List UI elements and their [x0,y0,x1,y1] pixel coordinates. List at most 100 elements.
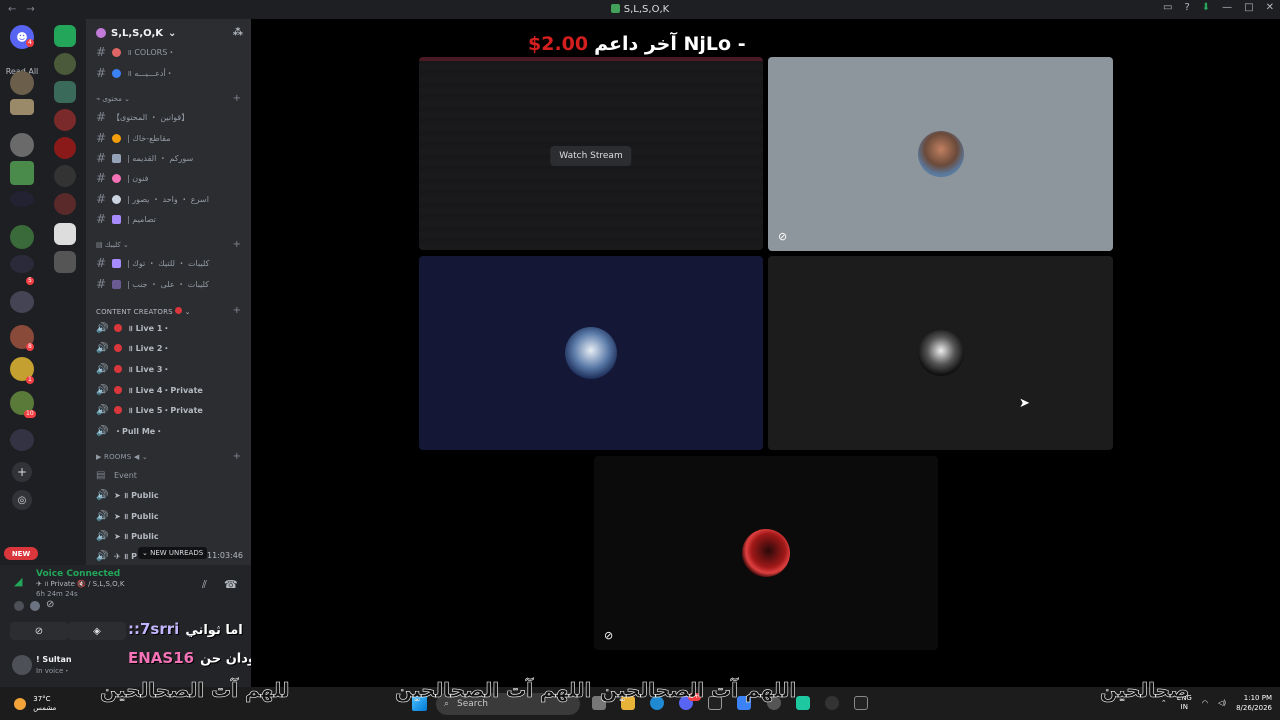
channel-item[interactable]: # | اسرع ・ واحد ・ يصور [96,190,246,208]
camera-off-button[interactable]: ⊘ [10,622,68,640]
hash-icon: # [96,256,107,270]
channel-item[interactable]: # | مقاطع-خاك [96,129,246,147]
voice-channel-live-2[interactable]: 🔊 ॥ Live 2・ [96,339,246,357]
server-icon[interactable] [10,191,34,207]
category-label: محتوى [102,95,122,103]
category-creators[interactable]: CONTENT CREATORS ⌄ [96,307,191,316]
disconnect-icon[interactable]: ☎ [224,578,238,591]
avatar [742,529,790,577]
server-icon[interactable] [54,251,76,273]
user-status: In voice・ [36,667,71,675]
forward-arrow-icon[interactable]: → [26,4,34,15]
server-icon[interactable] [10,71,34,95]
channel-name: ➤ ॥ Public [114,490,159,500]
add-channel-icon[interactable]: + [233,305,241,316]
server-icon[interactable] [54,223,76,245]
download-icon[interactable]: ⬇ [1202,2,1210,13]
participant-tile[interactable] [419,256,763,450]
server-badge: 1 [26,376,34,384]
channel-name: ॥ Live 3・ [128,364,171,374]
emoji-icon [112,214,121,224]
hash-icon: # [96,45,107,59]
channel-name: ➤ ॥ Public [114,531,159,541]
channel-item[interactable]: # ॥ أدعـــيـــه・ [96,64,246,82]
voice-channel-pull-me[interactable]: 🔊 ・Pull Me・ [96,422,246,440]
minimize-icon[interactable]: — [1222,2,1232,13]
folder-icon[interactable] [54,25,76,47]
explore-compass-icon[interactable]: ◎ [12,490,32,510]
channel-item-event[interactable]: ▤ Event [96,466,246,484]
watch-stream-button[interactable]: Watch Stream [550,145,632,166]
subtitle-line: للهم آت الصحالحين [100,678,290,703]
speaker-icon: 🔊 [96,489,109,501]
overlay-nick: ENAS16 [128,648,195,667]
maximize-icon[interactable]: □ [1244,2,1253,13]
category-label: ROOMS [104,453,132,461]
channel-item[interactable]: # | فنون [96,169,246,187]
server-icon[interactable] [54,53,76,75]
stream-tile[interactable]: Watch Stream [419,57,763,250]
server-icon[interactable] [10,225,34,249]
server-icon[interactable] [54,193,76,215]
participant-avatar[interactable] [14,601,24,611]
channel-name: ✈ ॥ P [114,551,137,561]
server-icon[interactable] [10,255,34,273]
help-icon[interactable]: ? [1184,2,1189,13]
participant-avatar[interactable] [30,601,40,611]
channel-name: ॥ Live 1・ [128,323,171,333]
voice-channel-live-4[interactable]: 🔊 ॥ Live 4・Private [96,381,246,399]
server-icon[interactable] [10,161,34,185]
participant-tile[interactable]: ⊘ [768,57,1113,251]
add-channel-icon[interactable]: + [233,93,241,104]
voice-channel-live-5[interactable]: 🔊 ॥ Live 5・Private [96,401,246,419]
noise-suppression-icon[interactable]: ⫽ [202,578,207,592]
inbox-icon[interactable]: ▭ [1163,2,1172,13]
channel-name: ・Pull Me・ [114,426,164,436]
speaker-icon: 🔊 [96,425,109,437]
back-arrow-icon[interactable]: ← [8,4,16,15]
add-channel-icon[interactable]: + [233,239,241,250]
channel-name: 【قوانين ・ المحتوى】 [112,112,190,122]
server-icon[interactable] [10,429,34,451]
channel-item[interactable]: # | كليبات ・ للتيك ・ توك [96,254,246,272]
voice-channel-public[interactable]: 🔊 ➤ ॥ Public [96,507,246,525]
new-messages-pill[interactable]: NEW [4,547,38,560]
server-icon[interactable] [10,133,34,157]
red-dot-icon [114,344,122,352]
category-clips[interactable]: ▤ كليبك ⌄ [96,241,129,249]
add-server-icon[interactable]: + [12,462,32,482]
participant-tile[interactable]: ⊘ [594,456,938,650]
invite-people-icon[interactable]: ⁂ [233,27,243,38]
server-icon[interactable] [54,81,76,103]
channel-item[interactable]: # | تصاميم [96,210,246,228]
voice-channel-public[interactable]: 🔊 ➤ ॥ Public [96,527,246,545]
voice-channel-live-1[interactable]: 🔊 ॥ Live 1・ [96,319,246,337]
camera-off-icon: ⊘ [778,230,788,243]
close-icon[interactable]: ✕ [1266,2,1274,13]
hash-icon: # [96,192,107,206]
voice-location[interactable]: ✈ ॥ Private 🔇 / S,L,S,O,K [36,580,124,589]
new-unreads-pill[interactable]: ⌄ NEW UNREADS [138,547,208,559]
camera-off-icon: ⊘ [34,625,44,637]
channel-name: | تصاميم [127,214,156,224]
category-label: CONTENT CREATORS [96,308,173,316]
server-icon[interactable] [54,109,76,131]
server-icon[interactable] [54,165,76,187]
channel-item[interactable]: # | سوركم ・ القديمه [96,149,246,167]
channel-item[interactable]: # | كليبات ・ على ・ جنب [96,275,246,293]
channel-item[interactable]: # ॥ COLORS・ [96,43,246,61]
server-icon[interactable] [10,291,34,313]
activity-button[interactable]: ◈ [68,622,126,640]
add-channel-icon[interactable]: + [233,451,241,462]
voice-channel-live-3[interactable]: 🔊 ॥ Live 3・ [96,360,246,378]
channel-item[interactable]: # 【قوانين ・ المحتوى】 [96,108,246,126]
server-icon[interactable] [10,99,34,115]
signal-icon[interactable]: ◢ [14,575,22,588]
voice-channel-public[interactable]: 🔊 ➤ ॥ Public [96,486,246,504]
channel-name: ॥ Live 5・Private [128,405,203,415]
category-content[interactable]: ⌁ محتوى ⌄ [96,95,130,103]
avatar[interactable] [12,655,32,675]
category-rooms[interactable]: ▶ ROOMS ◀ ⌄ [96,453,148,461]
participant-tile[interactable] [768,256,1113,450]
server-icon[interactable] [54,137,76,159]
